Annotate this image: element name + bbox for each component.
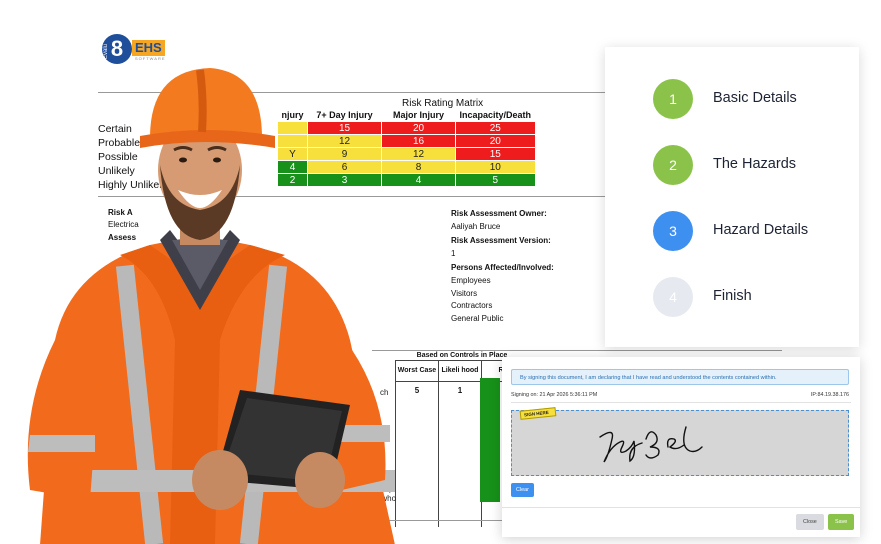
risk-rating-bar [480,378,500,502]
clear-button[interactable]: Clear [511,483,534,497]
step-basic-details[interactable]: 1 Basic Details [653,79,853,119]
matrix-cell: 25 [455,121,536,135]
owner-value: Aaliyah Bruce [451,221,501,231]
step-number: 4 [653,277,693,317]
divider [502,507,860,508]
construction-worker-photo [27,68,395,544]
person-item: Employees [451,275,491,285]
step-the-hazards[interactable]: 2 The Hazards [653,145,853,185]
risk-info-right: Risk Assessment Owner: Aaliyah Bruce Ris… [451,208,554,325]
save-button[interactable]: Save [828,514,855,530]
step-label: The Hazards [713,156,797,172]
signature-pad[interactable]: SIGN HERE [511,407,849,476]
ip-address: IP:84.19.38.176 [810,392,849,398]
step-label: Hazard Details [713,222,809,238]
persons-label: Persons Affected/Involved: [451,263,554,273]
step-finish[interactable]: 4 Finish [653,277,853,317]
controls-col-header: Likeli hood [438,360,482,382]
step-number: 2 [653,145,693,185]
person-item: Visitors [451,288,478,298]
close-button[interactable]: Close [796,514,824,530]
version-value: 1 [451,248,456,258]
signature-dialog: By signing this document, I am declaring… [502,357,860,537]
step-number: 1 [653,79,693,119]
step-label: Basic Details [713,90,797,106]
step-hazard-details[interactable]: 3 Hazard Details [653,211,853,251]
wizard-steps-panel: 1 Basic Details 2 The Hazards 3 Hazard D… [605,47,859,347]
owner-label: Risk Assessment Owner: [451,209,547,218]
sign-here-tag: SIGN HERE [519,407,557,420]
version-label: Risk Assessment Version: [451,236,551,246]
controls-cell: 5 [395,381,439,527]
controls-cell: 1 [438,381,482,527]
matrix-col-header: Incapacity/Death [459,109,532,120]
divider [372,350,782,351]
matrix-cell: 5 [455,173,536,187]
step-number: 3 [653,211,693,251]
divider [511,402,851,403]
matrix-cell: 20 [455,134,536,148]
signing-timestamp: Signing on: 21 Apr 2026 5:36:11 PM [511,392,598,398]
signature-drawing [599,426,703,463]
matrix-cell: 10 [455,160,536,174]
person-item: General Public [451,313,504,323]
declaration-notice: By signing this document, I am declaring… [511,369,849,385]
controls-col-header: Worst Case [395,360,439,382]
matrix-cell: 15 [455,147,536,161]
step-label: Finish [713,288,752,304]
person-item: Contractors [451,301,493,311]
